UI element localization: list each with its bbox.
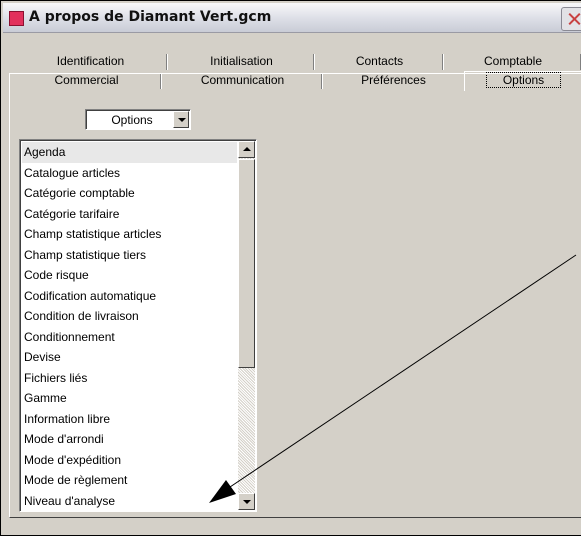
arrow-line <box>229 254 577 488</box>
arrow-annotation <box>209 254 577 503</box>
arrow-head <box>209 480 236 503</box>
